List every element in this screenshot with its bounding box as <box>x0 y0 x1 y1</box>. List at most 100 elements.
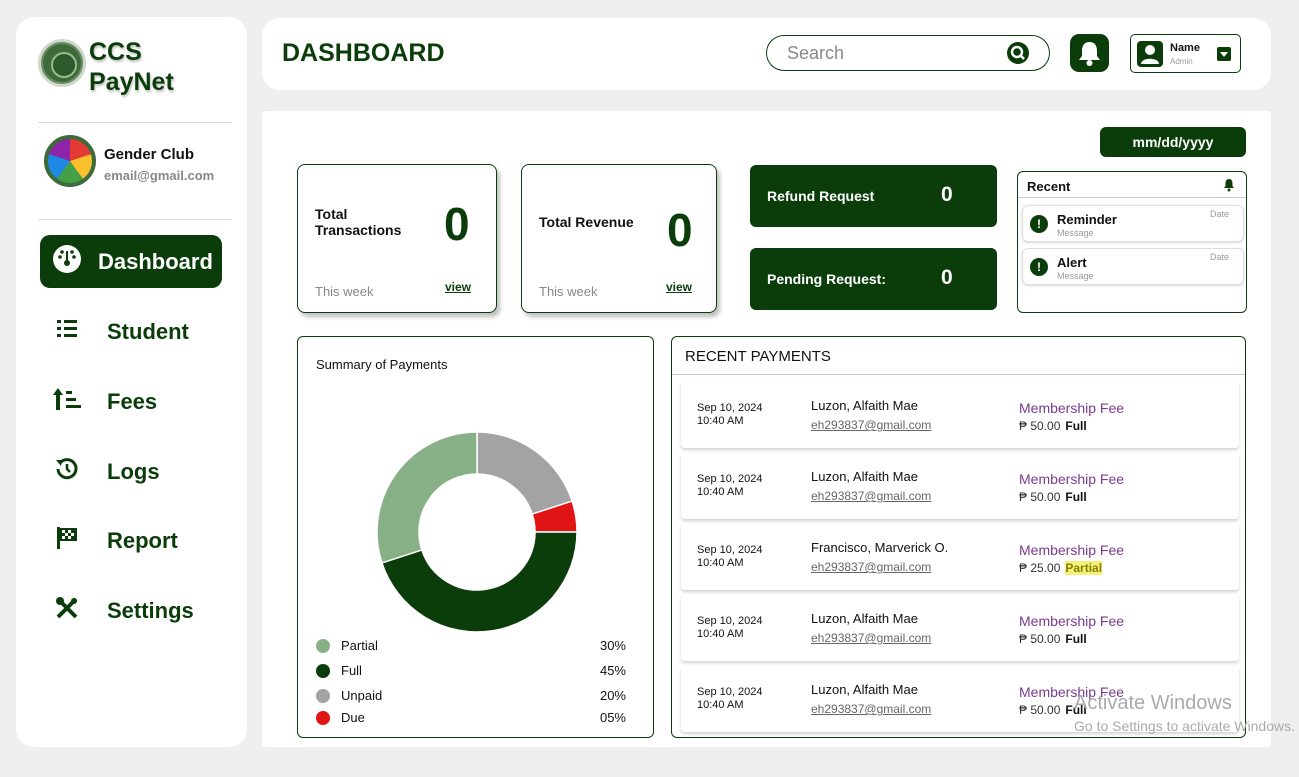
legend-label: Unpaid <box>341 688 383 703</box>
payment-date: Sep 10, 2024 <box>697 473 763 485</box>
search-input[interactable] <box>787 42 1007 64</box>
payment-time: 10:40 AM <box>697 557 744 569</box>
fee-name: Membership Fee <box>1019 471 1125 487</box>
recent-notifications: Recent ! Reminder Message Date ! Alert M… <box>1017 171 1247 313</box>
notification-message: Message <box>1057 271 1094 281</box>
sidebar-item-fees[interactable]: Fees <box>40 375 222 428</box>
payment-date: Sep 10, 2024 <box>697 402 763 414</box>
search-icon[interactable] <box>1007 42 1029 64</box>
total-revenue-card: Total Revenue 0 This week view <box>521 164 717 313</box>
os-watermark: Activate Windows <box>1074 692 1232 714</box>
payment-amount-line: ₱ 50.00 Full <box>1019 490 1087 504</box>
payer-name: Luzon, Alfaith Mae <box>811 469 918 484</box>
fee-name: Membership Fee <box>1019 613 1125 629</box>
payment-amount: ₱ 50.00 <box>1019 419 1061 433</box>
payment-summary-card: Summary of Payments Partial 30% Full 45% Unp… <box>297 336 654 738</box>
search-bar[interactable] <box>766 35 1050 71</box>
flag-icon <box>50 526 84 556</box>
sidebar-item-logs[interactable]: Logs <box>40 445 222 498</box>
avatar-icon <box>1137 41 1163 67</box>
legend-percent: 05% <box>599 710 626 725</box>
pending-request-card[interactable]: Pending Request: 0 <box>750 248 997 310</box>
payer-email[interactable]: eh293837@gmail.com <box>811 418 931 432</box>
notification-date: Date <box>1209 209 1229 219</box>
sidebar-item-report[interactable]: Report <box>40 514 222 567</box>
payment-date: Sep 10, 2024 <box>697 544 763 556</box>
legend-item: Partial 30% <box>316 637 626 655</box>
legend-item: Full 45% <box>316 662 626 680</box>
payment-time: 10:40 AM <box>697 486 744 498</box>
payer-name: Francisco, Marverick O. <box>811 540 949 555</box>
sidebar-item-label: Report <box>107 527 178 553</box>
notification-item[interactable]: ! Reminder Message Date <box>1022 205 1244 242</box>
notification-date: Date <box>1209 252 1229 262</box>
legend-swatch <box>316 711 330 725</box>
legend-swatch <box>316 639 330 653</box>
brand-line-1: CCS <box>89 38 142 66</box>
stat-period: This week <box>539 284 598 299</box>
divider <box>38 122 232 123</box>
payment-status: Full <box>1065 632 1087 646</box>
divider <box>672 374 1245 375</box>
view-transactions-link[interactable]: view <box>445 280 471 294</box>
stat-value: 0 <box>667 204 693 256</box>
sidebar: CCS PayNet Gender Club email@gmail.com D… <box>16 17 247 747</box>
bell-icon <box>1079 42 1100 66</box>
payment-time: 10:40 AM <box>697 628 744 640</box>
request-label: Refund Request <box>767 188 875 204</box>
payer-email[interactable]: eh293837@gmail.com <box>811 702 931 716</box>
user-name: Name <box>1170 42 1200 54</box>
payment-amount-line: ₱ 50.00 Full <box>1019 419 1087 433</box>
table-row[interactable]: Sep 10, 2024 10:40 AM Luzon, Alfaith Mae eh… <box>681 453 1239 519</box>
brand-line-2: PayNet <box>89 68 174 96</box>
payer-email[interactable]: eh293837@gmail.com <box>811 560 931 574</box>
os-watermark-sub: Go to Settings to activate Windows. <box>1074 718 1295 734</box>
table-row[interactable]: Sep 10, 2024 10:40 AM Luzon, Alfaith Mae eh… <box>681 595 1239 661</box>
table-row[interactable]: Sep 10, 2024 10:40 AM Francisco, Marverick… <box>681 524 1239 590</box>
view-revenue-link[interactable]: view <box>666 280 692 294</box>
divider <box>38 219 232 220</box>
payment-amount-line: ₱ 50.00 Full <box>1019 632 1087 646</box>
refund-request-card[interactable]: Refund Request 0 <box>750 165 997 227</box>
legend-swatch <box>316 689 330 703</box>
payment-datetime: Sep 10, 2024 10:40 AM <box>697 402 762 428</box>
payer-name: Luzon, Alfaith Mae <box>811 611 918 626</box>
sidebar-item-student[interactable]: Student <box>40 305 222 358</box>
table-row[interactable]: Sep 10, 2024 10:40 AM Luzon, Alfaith Mae eh… <box>681 382 1239 448</box>
notification-item[interactable]: ! Alert Message Date <box>1022 248 1244 285</box>
top-header: DASHBOARD Name Admin <box>262 18 1271 90</box>
main-content: mm/dd/yyyy Total Transactions 0 This wee… <box>262 111 1271 747</box>
notification-title: Reminder <box>1057 212 1117 227</box>
stat-label: Total Transactions <box>315 206 401 238</box>
dropdown-icon[interactable] <box>1217 47 1231 61</box>
sidebar-item-label: Settings <box>107 597 194 623</box>
date-filter-button[interactable]: mm/dd/yyyy <box>1100 127 1246 157</box>
sidebar-item-label: Dashboard <box>98 248 213 274</box>
payment-amount-line: ₱ 25.00 Partial <box>1019 561 1103 575</box>
user-role: Admin <box>1170 57 1193 66</box>
payment-date: Sep 10, 2024 <box>697 615 763 627</box>
legend-label: Partial <box>341 638 378 653</box>
payment-time: 10:40 AM <box>697 415 744 427</box>
notifications-button[interactable] <box>1070 34 1109 72</box>
history-icon <box>50 457 84 487</box>
bell-icon <box>1224 179 1234 192</box>
sort-icon <box>50 387 84 417</box>
sidebar-item-label: Logs <box>107 458 160 484</box>
notification-message: Message <box>1057 228 1094 238</box>
sidebar-item-dashboard[interactable]: Dashboard <box>40 235 222 288</box>
legend-percent: 30% <box>599 638 626 653</box>
payer-email[interactable]: eh293837@gmail.com <box>811 631 931 645</box>
notification-title: Alert <box>1057 255 1087 270</box>
payer-email[interactable]: eh293837@gmail.com <box>811 489 931 503</box>
legend-item: Due 05% <box>316 709 626 727</box>
dashboard-icon <box>50 244 84 280</box>
payment-amount: ₱ 50.00 <box>1019 632 1061 646</box>
sidebar-item-settings[interactable]: Settings <box>40 584 222 637</box>
payment-status: Partial <box>1065 561 1103 575</box>
user-menu[interactable]: Name Admin <box>1130 34 1241 73</box>
stat-label: Total Revenue <box>539 214 634 230</box>
fee-name: Membership Fee <box>1019 400 1125 416</box>
list-icon <box>50 318 84 346</box>
payment-date: Sep 10, 2024 <box>697 686 763 698</box>
